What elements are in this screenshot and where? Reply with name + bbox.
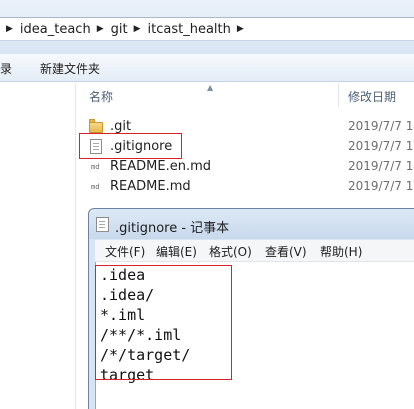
file-name: README.md	[110, 179, 191, 194]
markdown-file-icon: md	[91, 183, 100, 191]
breadcrumb-item-itcast-health[interactable]: itcast_health	[148, 22, 231, 37]
address-bar-area: ▶ idea_teach ▶ git ▶ itcast_health ▶	[0, 0, 414, 54]
file-date: 2019/7/7 18	[348, 159, 414, 173]
file-name: .git	[110, 119, 132, 134]
file-date: 2019/7/7 18	[348, 119, 414, 133]
folder-icon	[89, 119, 103, 134]
toolbar: 录 新建文件夹	[0, 54, 414, 82]
file-date: 2019/7/7 18	[348, 139, 414, 153]
menu-file[interactable]: 文件(F)	[105, 243, 145, 260]
menu-view[interactable]: 查看(V)	[265, 243, 307, 260]
column-header-row: 名称 ▲ 修改日期	[77, 83, 414, 107]
column-header-name[interactable]: 名称	[89, 88, 113, 105]
notepad-icon	[95, 217, 109, 233]
column-header-date[interactable]: 修改日期	[348, 88, 396, 105]
markdown-file-icon: md	[91, 163, 100, 171]
menu-help[interactable]: 帮助(H)	[320, 243, 362, 260]
chevron-right-icon[interactable]: ▶	[6, 24, 13, 34]
notepad-title-bar[interactable]: .gitignore - 记事本	[89, 209, 414, 239]
file-name: README.en.md	[110, 159, 211, 174]
window-title: .gitignore - 记事本	[115, 221, 230, 236]
highlight-box-content	[95, 265, 232, 380]
chevron-right-icon[interactable]: ▶	[97, 24, 104, 34]
column-divider[interactable]	[338, 83, 339, 107]
sort-ascending-icon: ▲	[207, 83, 214, 92]
navigation-pane[interactable]	[0, 83, 76, 409]
new-folder-button[interactable]: 新建文件夹	[40, 60, 100, 77]
chevron-right-icon[interactable]: ▶	[237, 24, 244, 34]
breadcrumb-item-git[interactable]: git	[111, 22, 128, 37]
chevron-right-icon[interactable]: ▶	[134, 24, 141, 34]
list-item-readme[interactable]: md README.md 2019/7/7 18	[77, 176, 414, 196]
menu-edit[interactable]: 编辑(E)	[156, 243, 197, 260]
highlight-box-gitignore	[79, 133, 182, 159]
menu-bar: 文件(F) 编辑(E) 格式(O) 查看(V) 帮助(H)	[95, 240, 414, 262]
list-item-readme-en[interactable]: md README.en.md 2019/7/7 18	[77, 156, 414, 176]
file-date: 2019/7/7 18	[348, 179, 414, 193]
toolbar-button-left[interactable]: 录	[0, 60, 12, 77]
menu-format[interactable]: 格式(O)	[209, 243, 252, 260]
breadcrumb-item-idea-teach[interactable]: idea_teach	[20, 22, 91, 37]
breadcrumb[interactable]: ▶ idea_teach ▶ git ▶ itcast_health ▶	[0, 17, 414, 41]
